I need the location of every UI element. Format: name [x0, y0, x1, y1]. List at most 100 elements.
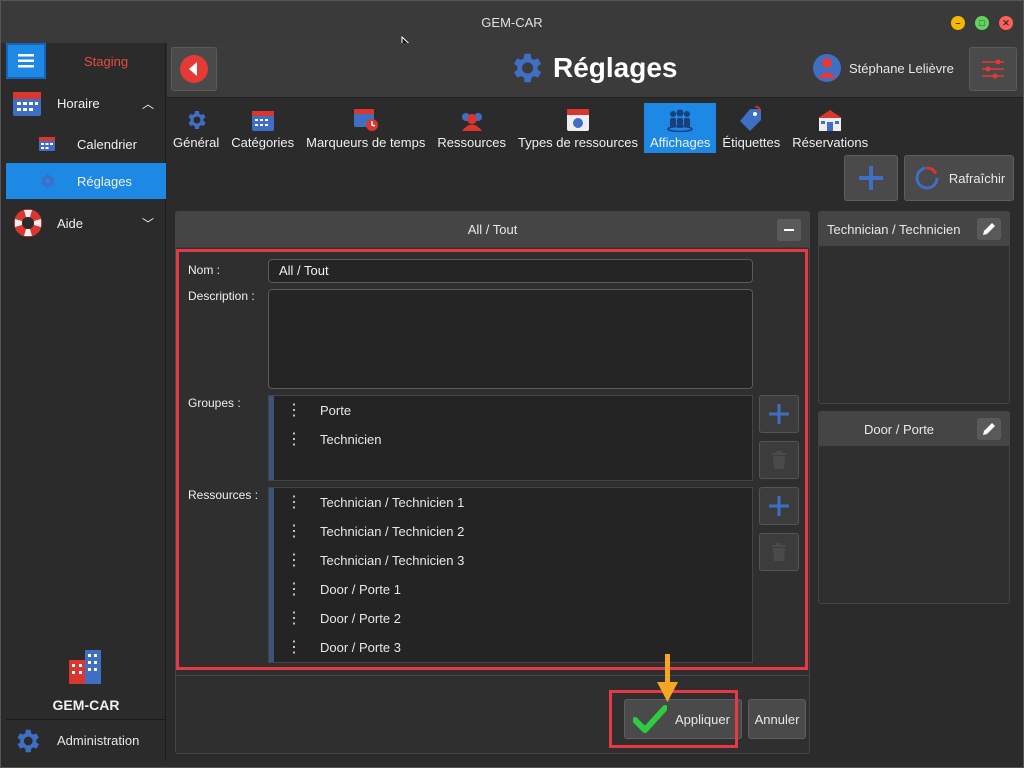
title-bar: GEM-CAR – □ ✕	[1, 1, 1023, 43]
plus-icon	[859, 166, 883, 190]
name-label: Nom :	[188, 263, 221, 277]
tab-affichages[interactable]: Affichages	[643, 103, 717, 153]
add-resource-button[interactable]	[759, 487, 799, 525]
minus-icon	[784, 229, 794, 231]
back-button[interactable]	[171, 47, 217, 91]
people-icon	[461, 113, 482, 131]
panel-title: All / Tout	[467, 222, 518, 237]
lifebuoy-icon	[14, 209, 42, 237]
card-header: Door / Porte	[819, 412, 1009, 446]
sidebar-item-aide[interactable]: Aide ﹀	[6, 205, 166, 241]
plus-icon	[769, 404, 789, 424]
edit-button[interactable]	[977, 418, 1001, 440]
resource-name: Door / Porte 3	[320, 640, 401, 655]
group-name: Technicien	[320, 432, 382, 447]
list-item[interactable]: ⋮ Technicien	[274, 425, 744, 454]
resource-name: Door / Porte 1	[320, 582, 401, 597]
tab-ressources[interactable]: Ressources	[431, 103, 512, 153]
sidebar-item-calendrier[interactable]: Calendrier	[6, 126, 166, 162]
list-item[interactable]: ⋮ Technician / Technicien 1	[274, 488, 744, 517]
plus-icon	[769, 496, 789, 516]
settings-sliders-button[interactable]	[969, 47, 1017, 91]
tab-marqueurs-de-temps[interactable]: Marqueurs de temps	[300, 103, 431, 153]
trash-icon	[772, 451, 786, 469]
calendar-grid-icon	[251, 111, 274, 131]
tag-icon	[740, 106, 762, 131]
tab-label: Réservations	[792, 135, 869, 150]
brand: GEM-CAR	[6, 648, 166, 713]
group-icon	[667, 109, 693, 132]
drag-handle-icon[interactable]: ⋮	[286, 402, 302, 418]
delete-group-button[interactable]	[759, 441, 799, 479]
add-button[interactable]	[844, 155, 898, 201]
user-name: Stéphane Lelièvre	[849, 60, 954, 76]
minimize-icon[interactable]: –	[951, 16, 965, 30]
sliders-icon	[982, 59, 1004, 79]
sidebar-item-label: Calendrier	[77, 136, 137, 152]
list-item[interactable]: ⋮ Door / Porte 2	[274, 604, 744, 633]
sidebar-item-horaire[interactable]: Horaire ︿	[6, 85, 166, 121]
resources-label: Ressources :	[188, 488, 259, 502]
description-field[interactable]	[268, 289, 753, 389]
resources-list: ⋮ Technician / Technicien 1 ⋮ Technician /…	[268, 487, 753, 663]
add-group-button[interactable]	[759, 395, 799, 433]
name-field[interactable]: All / Tout	[268, 259, 753, 283]
tab-general[interactable]: Général	[167, 103, 225, 153]
tab-types-de-ressources[interactable]: Types de ressources	[512, 103, 644, 153]
tab-label: Types de ressources	[518, 135, 638, 150]
close-icon[interactable]: ✕	[999, 16, 1013, 30]
groups-label: Groupes :	[188, 396, 241, 410]
collapse-button[interactable]	[777, 219, 801, 241]
drag-handle-icon[interactable]: ⋮	[286, 494, 302, 510]
refresh-label: Rafraîchir	[948, 170, 1006, 186]
maximize-icon[interactable]: □	[975, 16, 989, 30]
user-profile[interactable]: Stéphane Lelièvre	[813, 53, 954, 83]
tab-label: Ressources	[437, 135, 506, 150]
environment-label: Staging	[84, 54, 129, 69]
resource-name: Technician / Technicien 3	[320, 553, 465, 568]
sidebar-item-administration[interactable]: Administration	[6, 719, 166, 761]
card-title: Door / Porte	[863, 421, 935, 437]
pencil-icon	[983, 423, 995, 435]
drag-handle-icon[interactable]: ⋮	[286, 639, 302, 655]
cancel-button[interactable]: Annuler	[748, 699, 806, 739]
list-item[interactable]: ⋮ Porte	[274, 396, 744, 425]
drag-handle-icon[interactable]: ⋮	[286, 431, 302, 447]
sidebar: Staging Horaire ︿ Calendrier Réglages Ai…	[6, 43, 166, 761]
list-item[interactable]: ⋮ Technician / Technicien 3	[274, 546, 744, 575]
gear-icon	[513, 53, 542, 83]
tab-reservations[interactable]: Réservations	[786, 103, 874, 153]
drag-handle-icon[interactable]: ⋮	[286, 610, 302, 626]
resource-name: Technician / Technicien 1	[320, 495, 465, 510]
refresh-button[interactable]: Rafraîchir	[904, 155, 1014, 201]
list-item[interactable]: ⋮ Door / Porte 1	[274, 575, 744, 604]
sidebar-item-label: Réglages	[77, 173, 132, 189]
tab-label: Étiquettes	[722, 135, 781, 150]
display-card[interactable]: Technician / Technicien	[818, 211, 1010, 404]
checkmark-icon	[633, 705, 667, 733]
gear-icon	[188, 111, 206, 129]
edit-button[interactable]	[977, 218, 1001, 240]
sidebar-item-reglages[interactable]: Réglages	[6, 163, 166, 199]
display-card[interactable]: Door / Porte	[818, 411, 1010, 604]
tab-etiquettes[interactable]: Étiquettes	[716, 103, 786, 153]
cancel-label: Annuler	[754, 711, 800, 727]
sidebar-item-label: Horaire	[57, 95, 100, 111]
panel-header: All / Tout	[176, 212, 809, 248]
main-area: Réglages Stéphane Lelièvre Général Catég…	[167, 43, 1023, 761]
tab-categories[interactable]: Catégories	[225, 103, 300, 153]
divider	[176, 675, 809, 676]
delete-resource-button[interactable]	[759, 533, 799, 571]
drag-handle-icon[interactable]: ⋮	[286, 523, 302, 539]
gear-icon	[41, 174, 55, 188]
avatar-icon	[813, 54, 841, 82]
apply-button[interactable]: Appliquer	[624, 699, 742, 739]
window-controls: – □ ✕	[951, 16, 1013, 30]
drag-handle-icon[interactable]: ⋮	[286, 552, 302, 568]
list-item[interactable]: ⋮ Technician / Technicien 2	[274, 517, 744, 546]
groups-list: ⋮ Porte ⋮ Technicien	[268, 395, 753, 481]
tab-label: Marqueurs de temps	[306, 135, 426, 150]
calendar-grid-icon	[13, 92, 41, 116]
hamburger-menu-button[interactable]	[6, 43, 46, 79]
drag-handle-icon[interactable]: ⋮	[286, 581, 302, 597]
